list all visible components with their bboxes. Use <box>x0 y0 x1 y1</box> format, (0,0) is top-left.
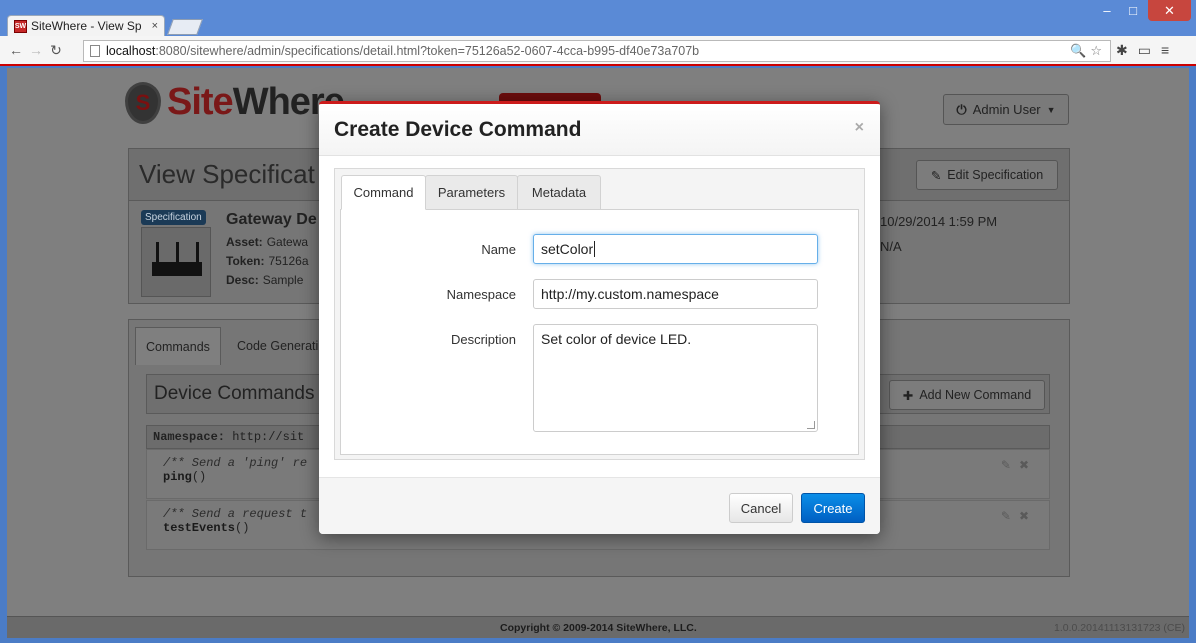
command-tab-pane: Name setColor Namespace http://my.custom… <box>340 209 859 455</box>
page-footer: Copyright © 2009-2014 SiteWhere, LLC. 1.… <box>7 616 1189 638</box>
logo-text: SiteWhere <box>167 81 345 123</box>
tab-parameters[interactable]: Parameters <box>425 175 518 210</box>
spec-updated-date: N/A <box>880 239 902 254</box>
dialog-title: Create Device Command <box>334 118 582 141</box>
description-label: Description <box>450 332 516 347</box>
spec-asset: Asset: Gatewa <box>226 235 309 249</box>
resize-handle[interactable] <box>807 421 815 429</box>
url-host: localhost <box>106 44 156 58</box>
zoom-star-icons[interactable]: 🔍☆ <box>1070 43 1106 59</box>
tab-code-generation[interactable]: Code Generati <box>227 327 328 365</box>
page-title: View Specificat <box>139 159 315 189</box>
edit-specification-label: Edit Specification <box>947 168 1044 182</box>
caret-down-icon: ▼ <box>1046 104 1056 115</box>
namespace-label: Namespace <box>446 287 516 302</box>
name-input[interactable]: setColor <box>533 234 818 264</box>
cancel-button[interactable]: Cancel <box>729 493 793 523</box>
name-label: Name <box>481 242 516 257</box>
edit-delete-icons[interactable]: ✎✖ <box>1001 458 1037 472</box>
browser-tab[interactable]: SW SiteWhere - View Sp × <box>7 15 165 36</box>
title-bar: SW SiteWhere - View Sp × ‒ □ ✕ <box>0 0 1196 36</box>
device-commands-title: Device Commands <box>154 383 315 404</box>
back-arrow-icon[interactable]: ← <box>6 42 26 58</box>
new-tab-button[interactable] <box>167 19 203 35</box>
spec-desc: Desc: Sample <box>226 273 304 287</box>
power-icon: ⏻ <box>956 101 967 117</box>
namespace-input[interactable]: http://my.custom.namespace <box>533 279 818 309</box>
spec-created-date: 10/29/2014 1:59 PM <box>880 214 998 229</box>
sitewhere-logo[interactable]: S SiteWhere <box>125 81 345 124</box>
tab-title: SiteWhere - View Sp <box>31 19 142 33</box>
maximize-button[interactable]: □ <box>1120 0 1146 21</box>
browser-window: SW SiteWhere - View Sp × ‒ □ ✕ ← → ↻ loc… <box>0 0 1196 643</box>
reload-icon[interactable]: ↻ <box>46 42 66 59</box>
footer-copyright: Copyright © 2009-2014 SiteWhere, LLC. <box>500 622 697 634</box>
pencil-icon: ✎ <box>930 168 942 183</box>
device-image <box>141 227 211 297</box>
add-new-command-button[interactable]: ✚ Add New Command <box>889 380 1045 410</box>
spec-name: Gateway De <box>226 211 317 228</box>
tab-metadata[interactable]: Metadata <box>517 175 601 210</box>
url-path: :8080/sitewhere/admin/specifications/det… <box>155 44 700 58</box>
tab-commands[interactable]: Commands <box>135 327 221 365</box>
address-bar[interactable]: localhost:8080/sitewhere/admin/specifica… <box>83 40 1111 62</box>
dialog-footer: Cancel Create <box>319 477 880 534</box>
specification-badge: Specification <box>141 210 206 225</box>
description-textarea[interactable]: Set color of device LED. <box>533 324 818 432</box>
browser-toolbar: ← → ↻ localhost:8080/sitewhere/admin/spe… <box>0 36 1196 66</box>
dialog-body: Command Parameters Metadata Name setColo… <box>334 168 865 460</box>
logo-pin-icon: S <box>125 81 161 124</box>
plus-icon: ✚ <box>902 388 914 403</box>
page-icon <box>90 45 100 57</box>
spec-token: Token: 75126a <box>226 254 309 268</box>
footer-version: 1.0.0.20141113131723 (CE) <box>1054 622 1185 634</box>
edit-specification-button[interactable]: ✎ Edit Specification <box>916 160 1058 190</box>
tab-close-icon[interactable]: × <box>152 20 158 32</box>
dialog-header: Create Device Command × <box>319 104 880 156</box>
create-button[interactable]: Create <box>801 493 865 523</box>
forward-arrow-icon[interactable]: → <box>26 42 46 58</box>
admin-user-button[interactable]: ⏻ Admin User ▼ <box>943 94 1069 125</box>
close-window-button[interactable]: ✕ <box>1148 0 1191 21</box>
minimize-button[interactable]: ‒ <box>1094 0 1120 21</box>
admin-user-label: Admin User <box>972 102 1041 117</box>
edit-delete-icons[interactable]: ✎✖ <box>1001 509 1037 523</box>
favicon-icon: SW <box>14 19 27 33</box>
settings-cast-menu-icons[interactable]: ✱▭≡ <box>1116 42 1179 59</box>
tab-command[interactable]: Command <box>341 175 426 210</box>
create-device-command-dialog: Create Device Command × Command Paramete… <box>319 101 880 534</box>
close-icon[interactable]: × <box>855 119 864 137</box>
add-new-command-label: Add New Command <box>919 388 1032 402</box>
